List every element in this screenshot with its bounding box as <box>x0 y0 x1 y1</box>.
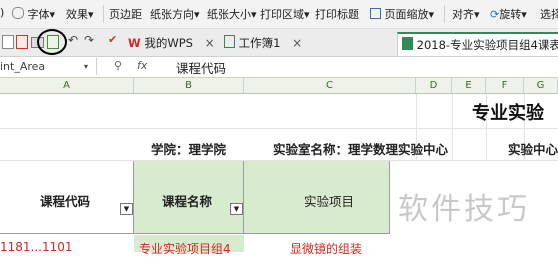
paper-size-menu[interactable]: 纸张大小▾ <box>207 6 257 22</box>
column-header-b[interactable]: B <box>134 78 244 93</box>
column-header-a[interactable]: A <box>0 78 134 93</box>
formula-bar: int_Area ▾ ⚲ fx 课程代码 <box>0 57 558 78</box>
grid-line <box>0 128 558 129</box>
column-header-g[interactable]: G <box>524 78 558 93</box>
divider <box>103 5 104 23</box>
divider <box>444 5 445 23</box>
column-header-f[interactable]: F <box>486 78 524 93</box>
watermark-panel: 软件技巧 <box>390 170 558 234</box>
cell-course-name[interactable]: 专业实验项目组4 <box>139 240 231 257</box>
worksheet: 专业实验 学院：理学院 实验室名称：理学数理实验中心 实验中心 课程代码 ▼ 课… <box>0 94 558 256</box>
ribbon-toolbar: ) 字体▾ 效果▾ 页边距 纸张方向▾ 纸张大小▾ 打印区域▾ 打印标题 页面缩… <box>0 0 558 29</box>
tab-active-document[interactable]: 2018-专业实验项目组4课表 <box>397 32 558 56</box>
rotate-icon: ⟳ <box>490 8 500 21</box>
sheet-file-icon <box>402 37 413 50</box>
page-zoom-menu[interactable]: 页面缩放▾ <box>370 6 434 22</box>
sheet-file-icon <box>224 35 235 48</box>
formula-input[interactable]: 课程代码 <box>176 58 226 77</box>
filter-dropdown-icon[interactable]: ▼ <box>230 203 243 215</box>
tab-workbook1[interactable]: 工作簿1 × <box>224 32 302 54</box>
lab-name-label: 实验室名称：理学数理实验中心 <box>273 142 449 157</box>
customize-icon[interactable]: ✔ <box>108 33 122 47</box>
margins-button[interactable]: 页边距 <box>109 6 142 22</box>
rotate-menu[interactable]: ⟳旋转▾ <box>490 6 527 22</box>
sheet-title: 专业实验 <box>472 103 544 124</box>
name-box[interactable]: int_Area ▾ <box>0 58 97 75</box>
font-menu[interactable]: 字体▾ <box>12 6 55 22</box>
header-course-name: 课程名称 <box>162 194 213 209</box>
undo-icon[interactable]: ↶ <box>68 33 82 47</box>
header-cell-a[interactable]: 课程代码 ▼ <box>0 161 134 234</box>
fx-label[interactable]: fx <box>137 59 147 72</box>
print-area-menu[interactable]: 打印区域▾ <box>260 6 310 22</box>
header-cell-c[interactable]: 实验项目 <box>244 161 390 234</box>
select-menu[interactable]: 选择 <box>540 6 558 22</box>
ribbon-prev-arrow[interactable]: ) <box>0 6 4 19</box>
highlight-circle <box>37 29 67 55</box>
font-icon <box>12 7 24 19</box>
college-label: 学院：理学院 <box>151 142 227 157</box>
wps-logo-icon: W <box>128 36 141 50</box>
zoom-icon[interactable]: ⚲ <box>114 59 122 72</box>
tab-my-wps[interactable]: W 我的WPS × <box>128 32 215 54</box>
orientation-menu[interactable]: 纸张方向▾ <box>150 6 200 22</box>
page-zoom-icon <box>370 8 381 19</box>
cell-experiment[interactable]: 显微镜的组装 <box>290 240 362 257</box>
filter-dropdown-icon[interactable]: ▼ <box>120 203 133 215</box>
header-course-code: 课程代码 <box>40 194 91 209</box>
effects-menu[interactable]: 效果▾ <box>66 6 94 22</box>
chevron-down-icon[interactable]: ▾ <box>84 58 88 75</box>
redo-icon[interactable]: ↷ <box>84 33 98 47</box>
close-icon[interactable]: × <box>205 36 215 50</box>
align-menu[interactable]: 对齐▾ <box>452 6 480 22</box>
watermark-text: 软件技巧 <box>398 192 530 227</box>
print-titles-button[interactable]: 打印标题 <box>315 6 359 22</box>
header-cell-b[interactable]: 课程名称 ▼ <box>134 161 244 234</box>
save-icon[interactable] <box>2 35 14 49</box>
tab-bar: ↶ ↷ ✔ W 我的WPS × 工作簿1 × 2018-专业实验项目组4课表 <box>0 29 558 57</box>
pdf-export-icon[interactable] <box>16 35 28 49</box>
close-icon[interactable]: × <box>292 36 302 50</box>
column-header-c[interactable]: C <box>244 78 416 93</box>
lab-center-label: 实验中心 <box>508 142 558 157</box>
column-header-e[interactable]: E <box>452 78 486 93</box>
header-experiment: 实验项目 <box>304 194 355 209</box>
column-header-row: A B C D E F G <box>0 78 558 94</box>
grid-line <box>452 94 453 160</box>
column-header-d[interactable]: D <box>416 78 452 93</box>
